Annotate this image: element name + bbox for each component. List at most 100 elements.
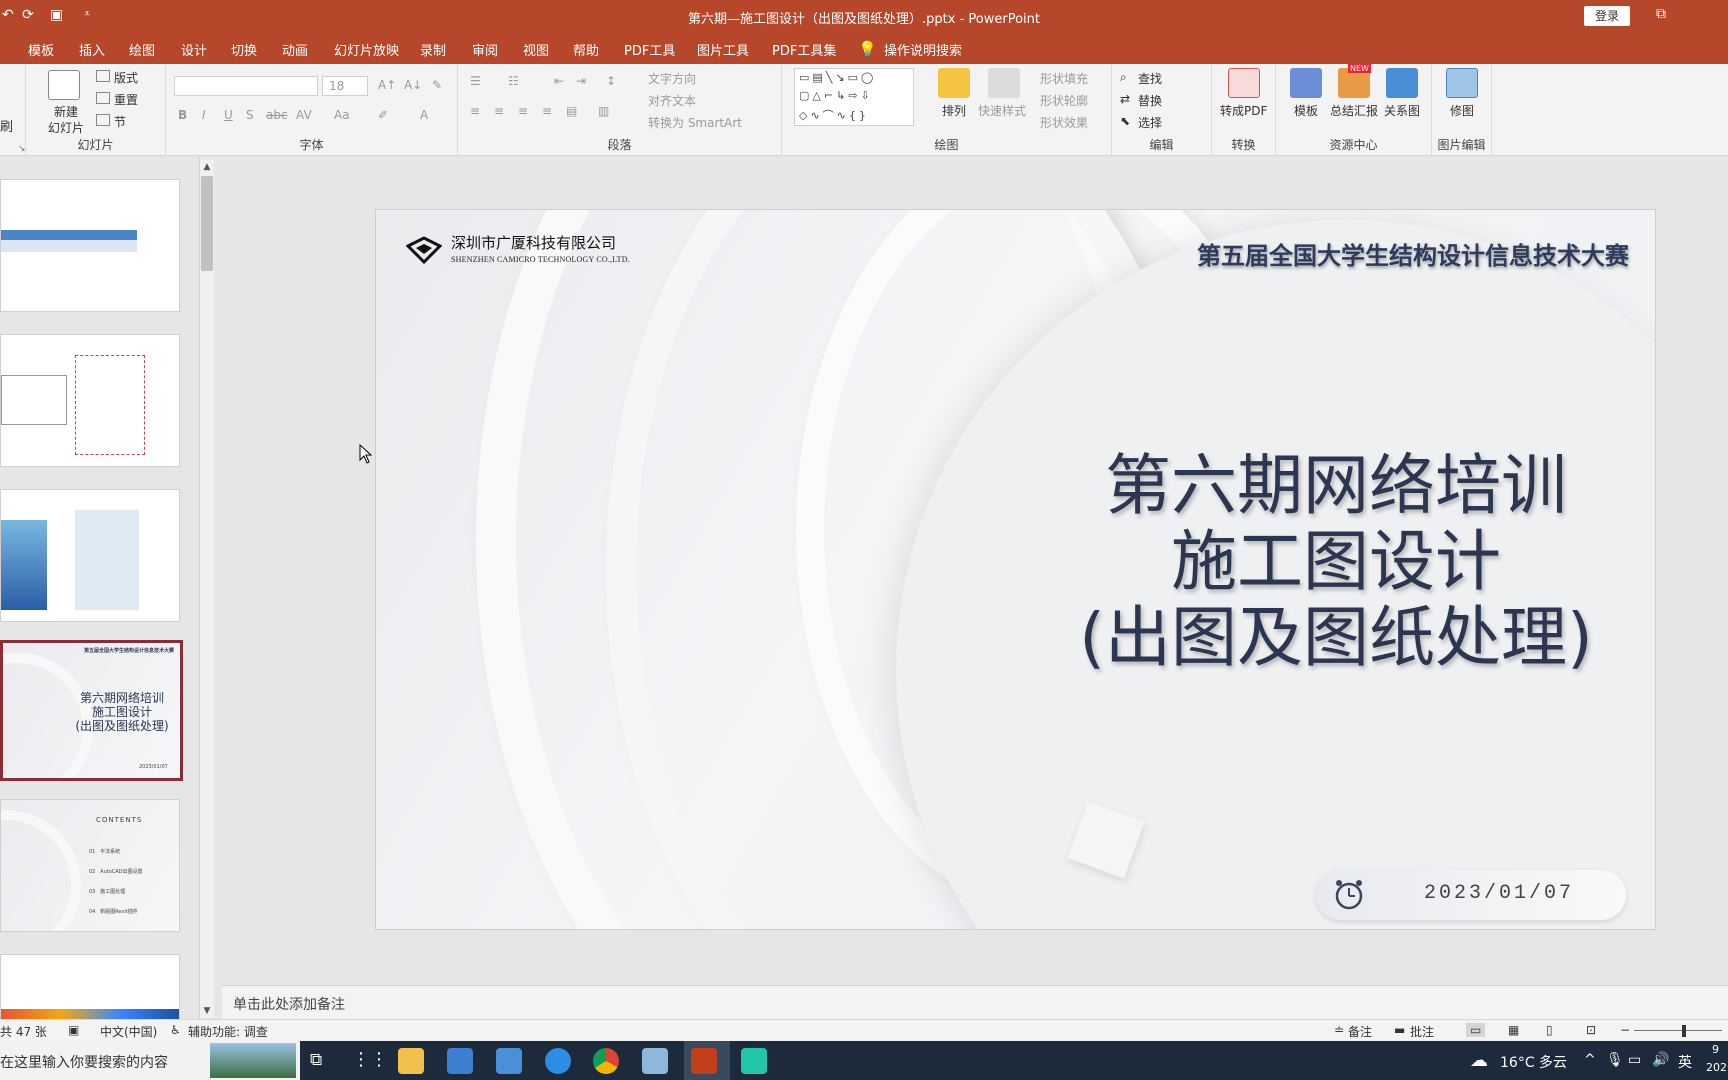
scrollbar-thumb[interactable] (201, 176, 213, 271)
slide-sorter-icon[interactable]: ▦ (1508, 1023, 1519, 1037)
login-button[interactable]: 登录 (1584, 6, 1630, 26)
shadow-icon[interactable]: S (246, 108, 254, 122)
retouch-button[interactable]: 修图 (1450, 102, 1474, 119)
tab-slideshow[interactable]: 幻灯片放映 (334, 40, 399, 59)
tab-help[interactable]: 帮助 (573, 40, 599, 59)
template-icon[interactable] (1290, 68, 1322, 98)
language-indicator[interactable]: 中文(中国) (100, 1023, 157, 1040)
retouch-icon[interactable] (1446, 68, 1478, 98)
shape-fill-button[interactable]: 形状填充 (1040, 70, 1088, 87)
underline-icon[interactable]: U (224, 108, 233, 122)
highlight-icon[interactable]: ✐ (378, 108, 388, 122)
change-case-icon[interactable]: Aa (334, 108, 350, 122)
microphone-icon[interactable]: 🎙 (1606, 1052, 1624, 1068)
notes-button[interactable]: 备注 (1348, 1023, 1372, 1040)
tab-review[interactable]: 审阅 (472, 40, 498, 59)
decrease-indent-icon[interactable]: ⇤ (554, 74, 564, 88)
scroll-down-icon[interactable]: ▼ (202, 1006, 212, 1016)
store-icon[interactable] (447, 1048, 473, 1074)
align-left-icon[interactable]: ≡ (470, 104, 480, 118)
green-app-icon[interactable] (741, 1048, 767, 1074)
spell-check-icon[interactable]: ▣ (68, 1023, 79, 1037)
edge-icon[interactable] (545, 1048, 571, 1074)
relation-diagram-button[interactable]: 关系图 (1384, 102, 1420, 119)
tab-picture-tools[interactable]: 图片工具 (697, 40, 749, 59)
notes-icon[interactable]: ≐ (1334, 1023, 1344, 1037)
shapes-gallery[interactable]: ▭▤╲↘▭◯ ▢△⌐↳⇨⇩ ◇∿⌒∿{} (794, 68, 914, 126)
find-button[interactable]: 查找 (1138, 70, 1162, 87)
bullets-icon[interactable]: ☰ (470, 74, 481, 88)
slide-thumbnail-5[interactable]: CONTENTS 01 平法系统 02 AutoCAD出图设置 03 施工图处理… (0, 799, 180, 932)
clear-format-icon[interactable]: ✎ (432, 78, 442, 92)
clock-date[interactable]: 202 (1706, 1061, 1727, 1074)
justify-icon[interactable]: ≡ (542, 104, 552, 118)
align-center-icon[interactable]: ≡ (494, 104, 504, 118)
tell-me-search[interactable]: 操作说明搜索 (884, 40, 962, 59)
line-spacing-icon[interactable]: ↕ (606, 74, 616, 88)
tab-design[interactable]: 设计 (181, 40, 207, 59)
taskbar-search-text[interactable]: 在这里输入你要搜索的内容 (0, 1052, 168, 1072)
app-grid-icon[interactable]: ⋮⋮ (352, 1049, 388, 1070)
replace-button[interactable]: 替换 (1138, 92, 1162, 109)
align-text-button[interactable]: 对齐文本 (648, 92, 696, 109)
scroll-up-icon[interactable]: ▲ (202, 162, 212, 172)
taskbar-search-box[interactable]: 在这里输入你要搜索的内容 (0, 1041, 300, 1080)
tab-insert[interactable]: 插入 (79, 40, 105, 59)
increase-indent-icon[interactable]: ⇥ (576, 74, 586, 88)
slide-thumbnail-3[interactable] (0, 489, 180, 622)
tab-transitions[interactable]: 切换 (231, 40, 257, 59)
comment-icon[interactable]: ▬ (1394, 1023, 1405, 1037)
notes-placeholder[interactable]: 单击此处添加备注 (233, 994, 345, 1014)
notes-pane[interactable]: 单击此处添加备注 (222, 985, 1728, 1019)
quick-styles-button[interactable]: 快速样式 (978, 102, 1026, 119)
quick-styles-icon[interactable] (988, 68, 1020, 98)
normal-view-icon[interactable]: ▭ (1466, 1023, 1486, 1037)
comments-button[interactable]: 批注 (1410, 1023, 1434, 1040)
new-slide-icon[interactable] (48, 70, 80, 100)
italic-icon[interactable]: I (202, 108, 206, 122)
tab-view[interactable]: 视图 (523, 40, 549, 59)
accessibility-status[interactable]: 辅助功能: 调查 (188, 1023, 268, 1040)
weather-cloud-icon[interactable]: ☁ (1470, 1050, 1488, 1071)
reading-view-icon[interactable]: ▯ (1546, 1023, 1553, 1037)
char-spacing-icon[interactable]: AV (296, 108, 312, 122)
tab-animations[interactable]: 动画 (282, 40, 308, 59)
format-painter-label[interactable]: 刷 (0, 116, 13, 135)
slide-thumbnail-6[interactable] (0, 954, 180, 1024)
ime-indicator[interactable]: 英 (1678, 1052, 1692, 1072)
accessibility-icon[interactable]: ♿ (170, 1023, 181, 1037)
network-icon[interactable]: ▭ (1628, 1052, 1641, 1068)
clipboard-launcher-icon[interactable]: ↘ (18, 144, 26, 154)
new-slide-button[interactable]: 新建 幻灯片 (48, 104, 84, 136)
slideshow-icon[interactable]: ⊡ (1586, 1023, 1596, 1037)
select-button[interactable]: 选择 (1138, 114, 1162, 131)
columns-icon[interactable]: ▥ (598, 104, 609, 118)
convert-pdf-button[interactable]: 转成PDF (1220, 102, 1267, 119)
tab-pdf-tools[interactable]: PDF工具 (624, 40, 675, 59)
feishu-icon[interactable] (496, 1048, 522, 1074)
pdf-icon[interactable] (1228, 68, 1260, 98)
shapes-row-1-icon[interactable]: ▭▤╲↘▭◯ (799, 71, 876, 84)
convert-smartart-button[interactable]: 转换为 SmartArt (648, 114, 742, 131)
bold-icon[interactable]: B (178, 108, 187, 122)
tab-pdf-toolset[interactable]: PDF工具集 (772, 40, 836, 59)
file-explorer-icon[interactable] (398, 1048, 424, 1074)
tray-expand-icon[interactable]: ^ (1584, 1052, 1596, 1068)
slide-thumbnail-4[interactable]: 第五届全国大学生结构设计信息技术大赛 第六期网络培训 施工图设计 (出图及图纸处… (0, 640, 183, 781)
align-right-icon[interactable]: ≡ (518, 104, 528, 118)
task-view-icon[interactable]: ⧉ (310, 1050, 322, 1070)
section-button[interactable]: 节 (114, 113, 126, 130)
zoom-slider[interactable] (1634, 1030, 1722, 1031)
slide-thumbnail-2[interactable] (0, 334, 180, 467)
text-direction-button[interactable]: 文字方向 (648, 70, 696, 87)
grow-font-icon[interactable]: A↑ (378, 78, 396, 92)
shrink-font-icon[interactable]: A↓ (404, 78, 422, 92)
shape-effects-button[interactable]: 形状效果 (1040, 114, 1088, 131)
arrange-button[interactable]: 排列 (942, 102, 966, 119)
tab-draw[interactable]: 绘图 (129, 40, 155, 59)
chrome-icon[interactable] (593, 1048, 619, 1074)
current-slide[interactable]: 深圳市广厦科技有限公司 SHENZHEN CAMICRO TECHNOLOGY … (375, 209, 1656, 930)
ribbon-display-options-icon[interactable]: ⧉ (1656, 6, 1666, 22)
zoom-slider-thumb[interactable] (1682, 1025, 1686, 1037)
weather-text[interactable]: 16°C 多云 (1500, 1052, 1567, 1072)
